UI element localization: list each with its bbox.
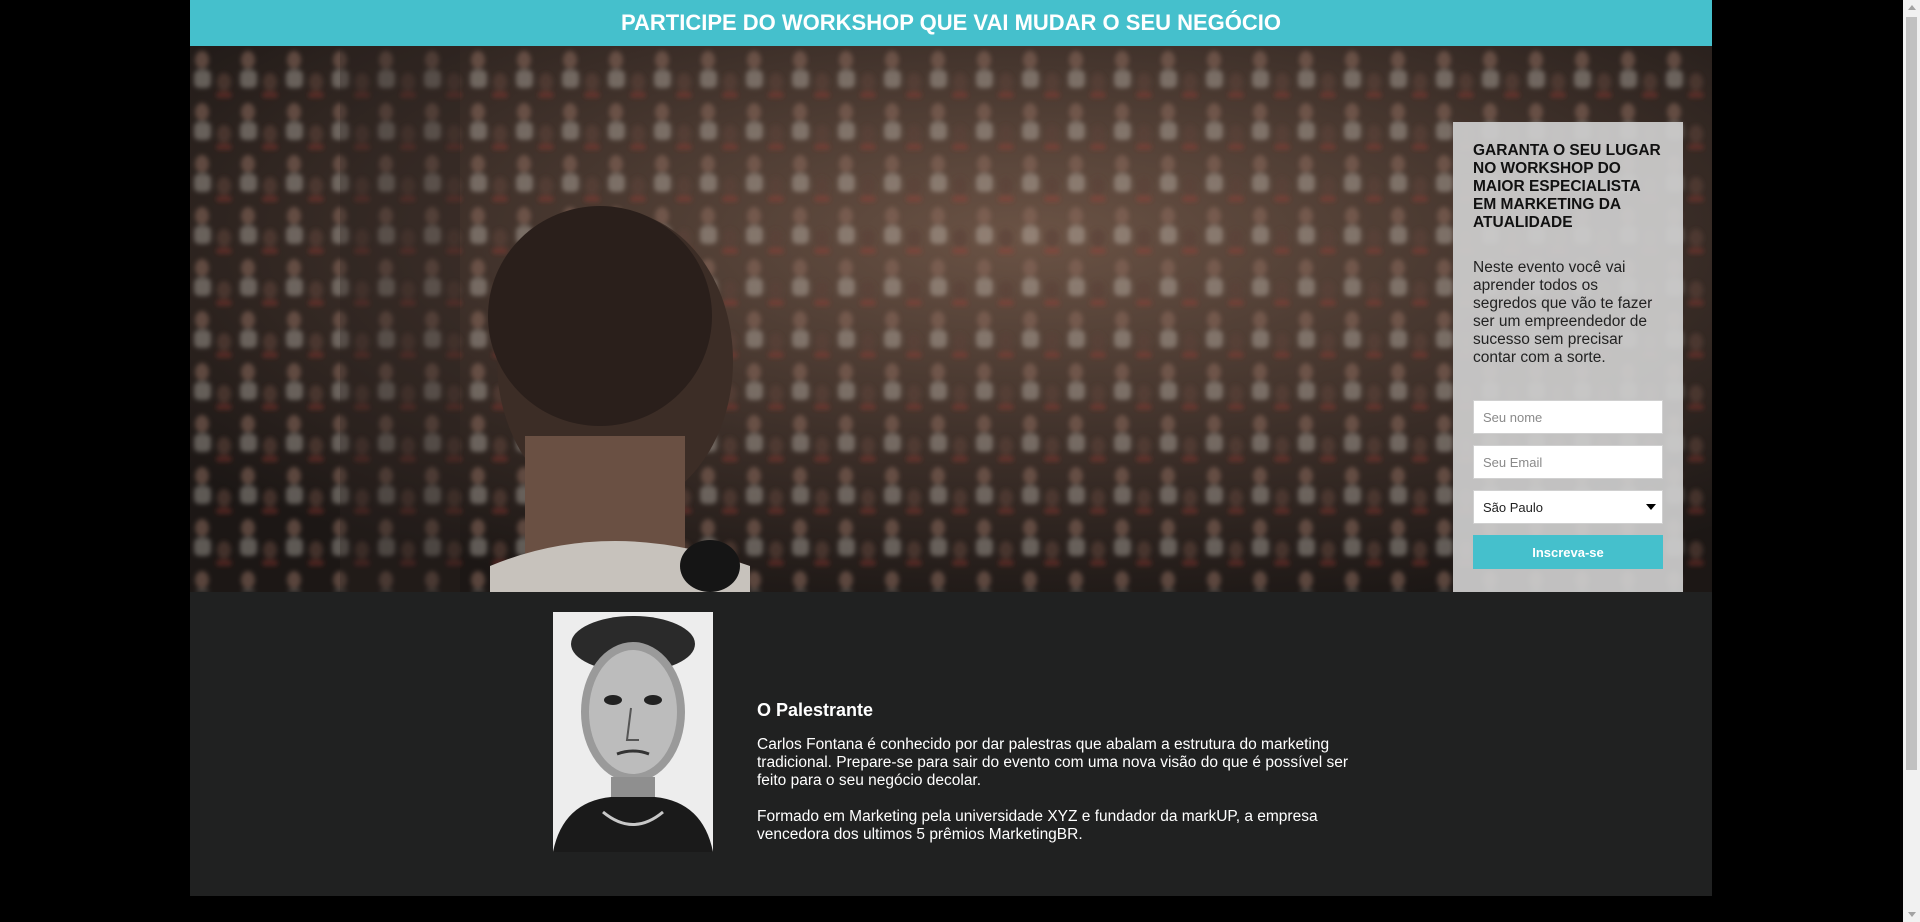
speaker-portrait (553, 612, 713, 852)
signup-card: GARANTA O SEU LUGAR NO WORKSHOP DO MAIOR… (1453, 122, 1683, 592)
city-select[interactable]: São Paulo (1473, 490, 1663, 524)
signup-title: GARANTA O SEU LUGAR NO WORKSHOP DO MAIOR… (1473, 142, 1661, 231)
speaker-info: O Palestrante Carlos Fontana é conhecido… (757, 700, 1367, 862)
vertical-scrollbar[interactable] (1903, 0, 1920, 922)
banner-title: PARTICIPE DO WORKSHOP QUE VAI MUDAR O SE… (620, 10, 1282, 35)
speaker-heading: O Palestrante (757, 700, 874, 720)
email-input[interactable] (1473, 445, 1663, 479)
speaker-photo (553, 612, 713, 852)
scroll-up-icon[interactable] (1908, 5, 1916, 10)
speaker-bio-2: Formado em Marketing pela universidade X… (757, 808, 1318, 843)
top-banner: PARTICIPE DO WORKSHOP QUE VAI MUDAR O SE… (190, 0, 1712, 46)
scroll-down-icon[interactable] (1908, 912, 1916, 917)
name-input[interactable] (1473, 400, 1663, 434)
signup-description: Neste evento você vai aprender todos os … (1473, 259, 1653, 366)
speaker-bio-1: Carlos Fontana é conhecido por dar pales… (757, 736, 1349, 789)
subscribe-button[interactable]: Inscreva-se (1473, 535, 1663, 569)
landing-page: PARTICIPE DO WORKSHOP QUE VAI MUDAR O SE… (190, 0, 1712, 896)
hero-image: GARANTA O SEU LUGAR NO WORKSHOP DO MAIOR… (190, 46, 1712, 592)
city-select-wrapper: São Paulo (1473, 490, 1663, 524)
scrollbar-thumb[interactable] (1906, 17, 1917, 770)
